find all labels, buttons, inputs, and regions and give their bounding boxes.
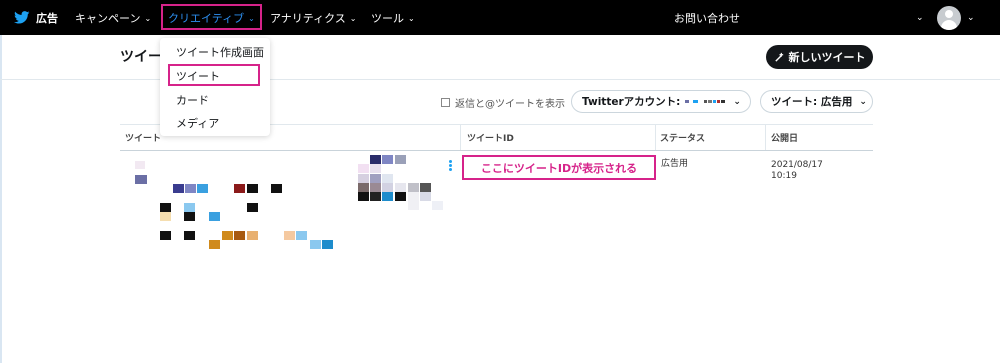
avatar xyxy=(937,5,961,30)
menu-item-cards[interactable]: カード xyxy=(176,92,209,108)
chevron-down-icon: ⌄ xyxy=(349,14,357,23)
window-edge xyxy=(0,35,2,363)
account-filter-dropdown[interactable]: Twitterアカウント: ⌄ xyxy=(571,90,751,113)
chevron-down-icon: ⌄ xyxy=(733,96,741,107)
new-tweet-button[interactable]: 新しいツイート xyxy=(766,45,873,69)
header-divider xyxy=(0,79,1000,80)
row-menu-icon[interactable] xyxy=(449,160,452,172)
published-time: 10:19 xyxy=(771,171,797,181)
nav-tools-label: ツール xyxy=(371,11,404,25)
column-divider xyxy=(655,124,656,150)
chevron-down-icon: ⌄ xyxy=(144,14,152,23)
published-date: 2021/08/17 xyxy=(771,160,823,170)
twitter-bird-icon xyxy=(14,11,30,24)
support-link[interactable]: お問い合わせ xyxy=(674,0,740,35)
show-replies-checkbox[interactable] xyxy=(441,98,450,107)
column-header-status[interactable]: ステータス xyxy=(660,131,705,144)
top-nav: 広告 キャンペーン ⌄ クリエイティブ ⌄ アナリティクス ⌄ ツール ⌄ お問… xyxy=(0,0,1000,35)
show-replies-label: 返信と@ツイートを表示 xyxy=(455,99,565,110)
chevron-down-icon: ⌄ xyxy=(408,14,415,23)
creatives-dropdown-menu: ツイート作成画面 ツイート カード メディア xyxy=(160,38,270,136)
column-header-published[interactable]: 公開日 xyxy=(771,131,798,144)
nav-campaigns-label: キャンペーン xyxy=(75,11,141,25)
account-switcher[interactable]: ⌄ xyxy=(916,0,924,35)
tweet-type-filter-dropdown[interactable]: ツイート: 広告用 ⌄ xyxy=(760,90,873,113)
status-cell: 広告用 xyxy=(661,159,689,169)
show-replies-option[interactable]: 返信と@ツイートを表示 xyxy=(441,95,565,110)
menu-item-tweet-composer[interactable]: ツイート作成画面 xyxy=(176,44,264,60)
account-filter-label: Twitterアカウント: xyxy=(582,96,681,108)
table-header-border xyxy=(120,150,873,151)
chevron-down-icon: ⌄ xyxy=(916,12,924,23)
column-header-tweet[interactable]: ツイート xyxy=(125,131,161,144)
new-tweet-label: 新しいツイート xyxy=(788,51,866,64)
nav-tools[interactable]: ツール ⌄ xyxy=(371,0,415,35)
chevron-down-icon: ⌄ xyxy=(967,12,975,23)
column-divider xyxy=(765,124,766,150)
compose-icon xyxy=(774,52,783,62)
column-divider xyxy=(460,124,461,150)
column-header-tweet-id[interactable]: ツイートID xyxy=(467,131,514,144)
brand-logo[interactable]: 広告 xyxy=(14,0,58,35)
nav-analytics-label: アナリティクス xyxy=(270,11,346,25)
tweets-highlight-box xyxy=(168,64,260,86)
nav-campaigns[interactable]: キャンペーン ⌄ xyxy=(75,0,151,35)
tweet-id-callout: ここにツイートIDが表示される xyxy=(462,155,656,180)
chevron-down-icon: ⌄ xyxy=(859,96,867,107)
user-menu[interactable]: ⌄ xyxy=(937,0,975,35)
nav-analytics[interactable]: アナリティクス ⌄ xyxy=(270,0,357,35)
page-title: ツイー xyxy=(120,49,162,65)
menu-item-media[interactable]: メディア xyxy=(176,115,219,131)
tweet-type-filter-label: ツイート: 広告用 xyxy=(771,96,853,108)
creatives-highlight-box xyxy=(161,4,262,30)
redacted-account-name xyxy=(684,100,726,103)
brand-label: 広告 xyxy=(36,11,58,25)
